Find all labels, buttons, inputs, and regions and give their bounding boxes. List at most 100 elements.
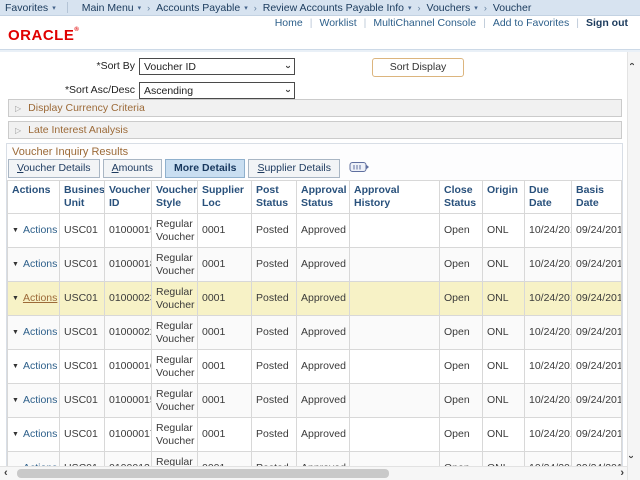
column-header-voucher-style[interactable]: Voucher Style xyxy=(152,181,198,214)
horizontal-scrollbar-thumb[interactable] xyxy=(17,469,389,478)
cell-due-date: 10/24/2014 xyxy=(525,452,572,467)
scroll-right-icon[interactable]: › xyxy=(620,467,624,480)
favorites-menu[interactable]: Favorites ▾ xyxy=(0,2,61,14)
display-currency-criteria-label: Display Currency Criteria xyxy=(28,102,145,114)
column-header-supplier-loc[interactable]: Supplier Loc xyxy=(198,181,252,214)
column-header-approval-history[interactable]: Approval History xyxy=(350,181,440,214)
table-row: ▼ActionsUSC0101000016Regular Voucher0001… xyxy=(8,350,622,384)
actions-dropdown-icon[interactable]: ▼ xyxy=(12,261,19,268)
cell-approval-history xyxy=(350,214,440,248)
cell-actions: ▼ Actions xyxy=(8,384,60,418)
cell-supplier-loc: 0001 xyxy=(198,384,252,418)
cell-close-status: Open xyxy=(440,214,483,248)
cell-supplier-loc: 0001 xyxy=(198,350,252,384)
cell-approval-history xyxy=(350,418,440,452)
cell-voucher-style: Regular Voucher xyxy=(152,214,198,248)
cell-post-status: Posted xyxy=(252,418,297,452)
cell-origin: ONL xyxy=(483,214,525,248)
sort-asc-select[interactable]: Ascending ‹ xyxy=(139,82,295,99)
cell-approval-history xyxy=(350,350,440,384)
tab-more-details[interactable]: More Details xyxy=(165,159,245,178)
chevron-down-icon: ‹ xyxy=(283,65,293,68)
utility-link-sign-out[interactable]: Sign out xyxy=(586,17,628,29)
utility-link-worklist[interactable]: Worklist xyxy=(319,17,356,29)
cell-actions: ▼ Actions xyxy=(8,248,60,282)
cell-voucher-style: Regular Voucher xyxy=(152,350,198,384)
breadcrumb-item-accounts-payable[interactable]: Accounts Payable▾ xyxy=(151,2,253,14)
cell-origin: ONL xyxy=(483,282,525,316)
actions-link[interactable]: Actions xyxy=(23,326,57,338)
actions-dropdown-icon[interactable]: ▼ xyxy=(12,363,19,370)
column-header-voucher-id[interactable]: Voucher ID xyxy=(105,181,152,214)
cell-post-status: Posted xyxy=(252,316,297,350)
actions-dropdown-icon[interactable]: ▼ xyxy=(12,295,19,302)
table-row: ▼ActionsUSC0101000017Regular Voucher0001… xyxy=(8,418,622,452)
breadcrumb-item-voucher[interactable]: Voucher xyxy=(488,2,537,14)
cell-actions: ▼ Actions xyxy=(8,214,60,248)
cell-voucher-id: 01000023 xyxy=(105,282,152,316)
scroll-down-icon[interactable]: ‹ xyxy=(627,455,637,458)
actions-dropdown-icon[interactable]: ▼ xyxy=(12,227,19,234)
tab-voucher-details[interactable]: Voucher Details xyxy=(8,159,100,178)
actions-link[interactable]: Actions xyxy=(23,258,57,270)
column-header-origin[interactable]: Origin xyxy=(483,181,525,214)
column-header-close-status[interactable]: Close Status xyxy=(440,181,483,214)
breadcrumb-item-vouchers[interactable]: Vouchers▾ xyxy=(422,2,483,14)
cell-origin: ONL xyxy=(483,418,525,452)
utility-link-home[interactable]: Home xyxy=(275,17,303,29)
column-header-business-unit[interactable]: Business Unit xyxy=(60,181,105,214)
chevron-down-icon: ▾ xyxy=(52,4,56,12)
show-all-columns-icon[interactable] xyxy=(349,161,371,176)
results-title: Voucher Inquiry Results xyxy=(7,144,622,160)
cell-voucher-style: Regular Voucher xyxy=(152,418,198,452)
chevron-down-icon: ▾ xyxy=(474,4,478,12)
breadcrumb-separator-icon: › xyxy=(484,3,487,13)
column-header-actions[interactable]: Actions xyxy=(8,181,60,214)
actions-link[interactable]: Actions xyxy=(23,394,57,406)
utility-separator: | xyxy=(310,17,313,29)
column-header-basis-date[interactable]: Basis Date xyxy=(572,181,622,214)
actions-dropdown-icon[interactable]: ▼ xyxy=(12,397,19,404)
cell-supplier-loc: 0001 xyxy=(198,316,252,350)
table-row: ▼ActionsUSC0101000022Regular Voucher0001… xyxy=(8,316,622,350)
actions-link[interactable]: Actions xyxy=(23,360,57,372)
utility-separator: | xyxy=(364,17,367,29)
tab-label: Amounts xyxy=(112,162,153,174)
actions-dropdown-icon[interactable]: ▼ xyxy=(12,329,19,336)
tab-amounts[interactable]: Amounts xyxy=(103,159,162,178)
utility-link-add-to-favorites[interactable]: Add to Favorites xyxy=(493,17,569,29)
column-header-post-status[interactable]: Post Status xyxy=(252,181,297,214)
cell-approval-history xyxy=(350,316,440,350)
cell-close-status: Open xyxy=(440,282,483,316)
actions-link[interactable]: Actions xyxy=(23,292,57,304)
column-header-due-date[interactable]: Due Date xyxy=(525,181,572,214)
cell-business-unit: USC01 xyxy=(60,452,105,467)
sort-display-button[interactable]: Sort Display xyxy=(372,58,464,77)
cell-basis-date: 09/24/2014 xyxy=(572,418,622,452)
cell-approval-history xyxy=(350,452,440,467)
breadcrumb-item-review-accounts-payable-info[interactable]: Review Accounts Payable Info▾ xyxy=(258,2,417,14)
cell-business-unit: USC01 xyxy=(60,248,105,282)
results-tabs: Voucher Details Amounts More DetailsSuppli… xyxy=(8,160,622,178)
column-header-approval-status[interactable]: Approval Status xyxy=(297,181,350,214)
table-row: ▼ActionsUSC0101000018Regular Voucher0001… xyxy=(8,248,622,282)
actions-link[interactable]: Actions xyxy=(23,428,57,440)
cell-basis-date: 09/24/2014 xyxy=(572,282,622,316)
cell-supplier-loc: 0001 xyxy=(198,282,252,316)
vertical-scrollbar[interactable]: ‹ ‹ xyxy=(627,52,640,480)
cell-due-date: 10/24/2014 xyxy=(525,282,572,316)
sort-by-value: Voucher ID xyxy=(144,61,196,73)
utility-link-multichannel-console[interactable]: MultiChannel Console xyxy=(373,17,476,29)
late-interest-analysis-expander[interactable]: ▷ Late Interest Analysis xyxy=(8,121,622,139)
actions-link[interactable]: Actions xyxy=(23,224,57,236)
sort-by-select[interactable]: Voucher ID ‹ xyxy=(139,58,295,75)
tab-supplier-details[interactable]: Supplier Details xyxy=(248,159,340,178)
breadcrumb-item-main-menu[interactable]: Main Menu▾ xyxy=(77,2,146,14)
scroll-up-icon[interactable]: ‹ xyxy=(627,62,637,65)
breadcrumb-item-label: Main Menu xyxy=(82,2,134,14)
actions-dropdown-icon[interactable]: ▼ xyxy=(12,431,19,438)
horizontal-scrollbar[interactable]: ‹ › xyxy=(0,466,628,480)
display-currency-criteria-expander[interactable]: ▷ Display Currency Criteria xyxy=(8,99,622,117)
cell-post-status: Posted xyxy=(252,214,297,248)
scroll-left-icon[interactable]: ‹ xyxy=(4,467,8,480)
